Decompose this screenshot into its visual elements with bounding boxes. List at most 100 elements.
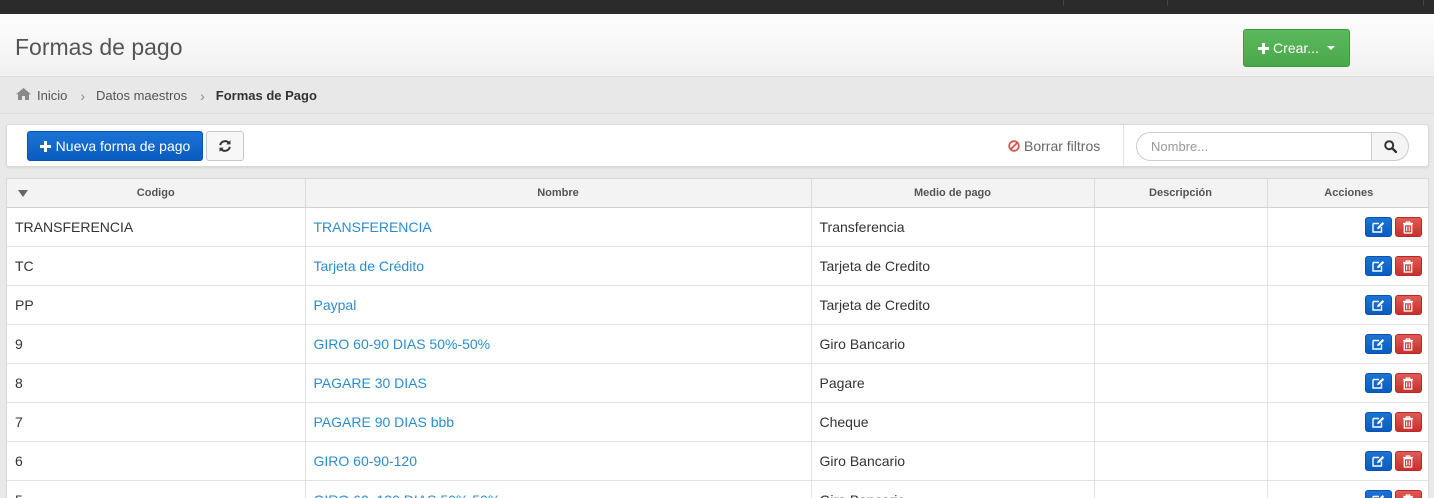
- delete-button[interactable]: [1395, 372, 1422, 393]
- table-row: 9 GIRO 60-90 DIAS 50%-50% Giro Bancario: [7, 324, 1428, 364]
- delete-button[interactable]: [1395, 294, 1422, 315]
- chevron-right-icon: ›: [200, 87, 205, 104]
- cell-nombre: GIRO 60, 120 DIAS 50% 50%: [305, 480, 812, 498]
- table-row: TC Tarjeta de Crédito Tarjeta de Credito: [7, 246, 1428, 286]
- create-dropdown-button[interactable]: Crear...: [1243, 29, 1350, 67]
- cell-medio-de-pago: Transferencia: [811, 207, 1095, 247]
- cell-medio-de-pago: Tarjeta de Credito: [811, 285, 1095, 325]
- breadcrumb-item-datos-maestros[interactable]: Datos maestros: [96, 88, 187, 103]
- delete-button[interactable]: [1395, 255, 1422, 276]
- navbar-segment: [962, 0, 1064, 6]
- list-toolbar: Nueva forma de pago Borrar filtros: [6, 124, 1429, 167]
- column-header-codigo[interactable]: Codigo: [7, 179, 306, 208]
- payment-method-link[interactable]: GIRO 60-90-120: [314, 453, 418, 469]
- top-navbar: [0, 0, 1434, 14]
- edit-button[interactable]: [1365, 216, 1392, 237]
- navbar-segment: [1168, 0, 1424, 6]
- cell-codigo: 5: [7, 480, 306, 498]
- edit-icon: [1372, 338, 1385, 350]
- breadcrumb-item-inicio[interactable]: Inicio: [37, 88, 67, 103]
- payment-method-link[interactable]: TRANSFERENCIA: [314, 219, 432, 235]
- trash-icon: [1403, 376, 1413, 390]
- trash-icon: [1403, 493, 1413, 498]
- refresh-icon: [219, 140, 231, 152]
- payment-method-link[interactable]: Paypal: [314, 297, 357, 313]
- cell-descripcion: [1094, 207, 1268, 247]
- cell-medio-de-pago: Giro Bancario: [811, 324, 1095, 364]
- cell-medio-de-pago: Cheque: [811, 402, 1095, 442]
- cell-descripcion: [1094, 324, 1268, 364]
- delete-button[interactable]: [1395, 489, 1422, 498]
- cell-codigo: PP: [7, 285, 306, 325]
- payment-method-link[interactable]: PAGARE 90 DIAS bbb: [314, 414, 455, 430]
- edit-button[interactable]: [1365, 489, 1392, 498]
- column-header-nombre[interactable]: Nombre: [305, 179, 812, 208]
- search-input[interactable]: [1136, 132, 1372, 161]
- cell-acciones: [1267, 246, 1428, 286]
- cell-descripcion: [1094, 480, 1268, 498]
- edit-icon: [1372, 416, 1385, 428]
- payment-method-link[interactable]: GIRO 60-90 DIAS 50%-50%: [314, 336, 491, 352]
- new-payment-method-button[interactable]: Nueva forma de pago: [27, 131, 203, 161]
- edit-icon: [1372, 494, 1385, 498]
- chevron-right-icon: ›: [80, 87, 86, 104]
- clear-filters-label: Borrar filtros: [1024, 138, 1101, 154]
- trash-icon: [1403, 415, 1413, 429]
- trash-icon: [1403, 220, 1413, 234]
- plus-icon: [1258, 42, 1270, 54]
- breadcrumb: Inicio › Datos maestros › Formas de Pago: [0, 78, 1434, 114]
- cell-nombre: Tarjeta de Crédito: [305, 246, 812, 286]
- delete-button[interactable]: [1395, 411, 1422, 432]
- table-body: TRANSFERENCIA TRANSFERENCIA Transferencia T…: [7, 207, 1428, 498]
- cell-descripcion: [1094, 402, 1268, 442]
- edit-button[interactable]: [1365, 294, 1392, 315]
- cell-codigo: 8: [7, 363, 306, 403]
- table-row: TRANSFERENCIA TRANSFERENCIA Transferencia: [7, 207, 1428, 247]
- caret-down-icon: [1326, 46, 1335, 50]
- search-button[interactable]: [1371, 132, 1409, 161]
- column-header-descripcion[interactable]: Descripción: [1094, 179, 1268, 208]
- cell-codigo: TC: [7, 246, 306, 286]
- table-row: PP Paypal Tarjeta de Credito: [7, 285, 1428, 325]
- delete-button[interactable]: [1395, 450, 1422, 471]
- edit-button[interactable]: [1365, 372, 1392, 393]
- cell-acciones: [1267, 441, 1428, 481]
- cell-nombre: GIRO 60-90-120: [305, 441, 812, 481]
- cell-codigo: TRANSFERENCIA: [7, 207, 306, 247]
- ban-icon: [1008, 140, 1020, 152]
- create-button-label: Crear...: [1273, 40, 1319, 56]
- cell-codigo: 6: [7, 441, 306, 481]
- column-header-acciones: Acciones: [1267, 179, 1428, 208]
- edit-button[interactable]: [1365, 333, 1392, 354]
- cell-nombre: PAGARE 30 DIAS: [305, 363, 812, 403]
- payment-method-link[interactable]: GIRO 60, 120 DIAS 50% 50%: [314, 492, 501, 498]
- payment-method-link[interactable]: PAGARE 30 DIAS: [314, 375, 427, 391]
- cell-acciones: [1267, 363, 1428, 403]
- payment-method-link[interactable]: Tarjeta de Crédito: [314, 258, 425, 274]
- delete-button[interactable]: [1395, 216, 1422, 237]
- edit-icon: [1372, 377, 1385, 389]
- cell-codigo: 9: [7, 324, 306, 364]
- edit-button[interactable]: [1365, 411, 1392, 432]
- edit-button[interactable]: [1365, 255, 1392, 276]
- edit-button[interactable]: [1365, 450, 1392, 471]
- column-header-medio-de-pago[interactable]: Medio de pago: [811, 179, 1095, 208]
- page-title: Formas de pago: [15, 34, 183, 60]
- delete-button[interactable]: [1395, 333, 1422, 354]
- trash-icon: [1403, 454, 1413, 468]
- clear-filters-button[interactable]: Borrar filtros: [1008, 138, 1100, 154]
- table-row: 7 PAGARE 90 DIAS bbb Cheque: [7, 402, 1428, 442]
- cell-nombre: Paypal: [305, 285, 812, 325]
- cell-medio-de-pago: Pagare: [811, 363, 1095, 403]
- refresh-button[interactable]: [206, 131, 244, 161]
- table-row: 8 PAGARE 30 DIAS Pagare: [7, 363, 1428, 403]
- cell-descripcion: [1094, 285, 1268, 325]
- cell-medio-de-pago: Giro Bancario: [811, 441, 1095, 481]
- toolbar-divider: [1123, 125, 1124, 166]
- navbar-segment: [1064, 0, 1168, 6]
- home-icon: [16, 88, 31, 103]
- cell-acciones: [1267, 402, 1428, 442]
- edit-icon: [1372, 260, 1385, 272]
- cell-nombre: GIRO 60-90 DIAS 50%-50%: [305, 324, 812, 364]
- trash-icon: [1403, 259, 1413, 273]
